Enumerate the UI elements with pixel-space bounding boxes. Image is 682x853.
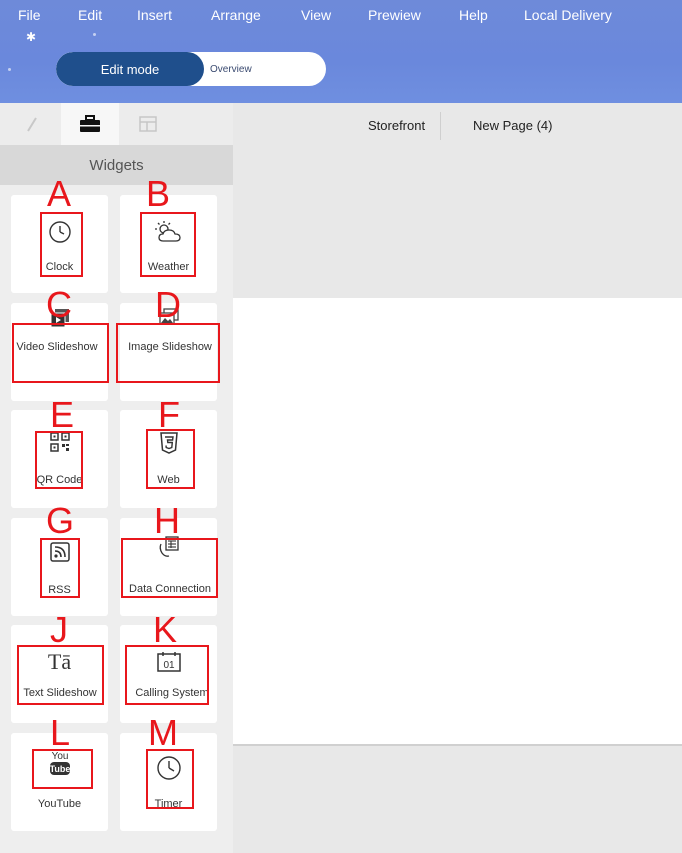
annotation-letter: C [46,284,72,325]
overview-button[interactable]: Overview [204,52,326,86]
widget-label: YouTube [37,798,82,810]
layout-icon [139,116,157,132]
menu-preview[interactable]: Prewiew [368,7,421,23]
tab-widgets[interactable] [61,103,119,145]
annotation-letter: E [50,394,75,435]
annotation-box [32,749,93,789]
annotation-box [12,323,109,383]
sidebar-tabs [0,103,233,145]
annotation-box [17,645,104,705]
annotation-box [125,645,209,705]
decor-dot [8,68,11,71]
annotation-letter: A [47,173,72,214]
tab-edit[interactable] [3,103,61,145]
menu-insert[interactable]: Insert [137,7,172,23]
annotation-letter: F [158,394,180,435]
annotation-box [116,323,220,383]
menu-local-delivery[interactable]: Local Delivery [524,7,612,23]
annotation-letter: H [154,500,180,541]
tab-storefront[interactable]: Storefront [368,118,425,133]
annotation-letter: D [155,284,181,325]
annotation-letter: B [146,173,171,214]
menu-bar: File Edit Insert Arrange View Prewiew He… [0,0,682,30]
annotation-box [40,538,80,598]
annotation-letter: K [153,609,178,650]
annotation-box [40,212,83,277]
annotation-letter: G [46,500,75,541]
page-tabs: Storefront New Page (4) [233,103,682,147]
page-canvas[interactable] [233,298,682,744]
briefcase-icon [80,115,100,132]
annotation-box [121,538,218,598]
decor-dot [93,33,96,36]
menu-arrange[interactable]: Arrange [211,7,261,23]
menu-edit[interactable]: Edit [78,7,102,23]
sparkle-icon: ✱ [26,30,37,44]
menu-help[interactable]: Help [459,7,488,23]
edit-mode-button[interactable]: Edit mode [56,52,204,86]
tab-separator [440,112,441,140]
menu-file[interactable]: File [18,7,41,23]
annotation-box [35,431,83,489]
canvas-divider [233,744,682,746]
mode-toggle[interactable]: Edit mode Overview [56,52,326,86]
widgets-heading: Widgets [0,145,233,185]
annotation-box [146,429,195,489]
tab-new-page[interactable]: New Page (4) [473,118,552,133]
app-header: File Edit Insert Arrange View Prewiew He… [0,0,682,103]
annotation-letter: J [50,609,68,650]
menu-view[interactable]: View [301,7,331,23]
tab-layout[interactable] [119,103,177,145]
pencil-icon [27,117,37,132]
annotation-box [140,212,196,277]
annotation-letter: M [148,712,178,753]
annotation-box [146,749,194,809]
annotation-letter: L [50,712,71,753]
